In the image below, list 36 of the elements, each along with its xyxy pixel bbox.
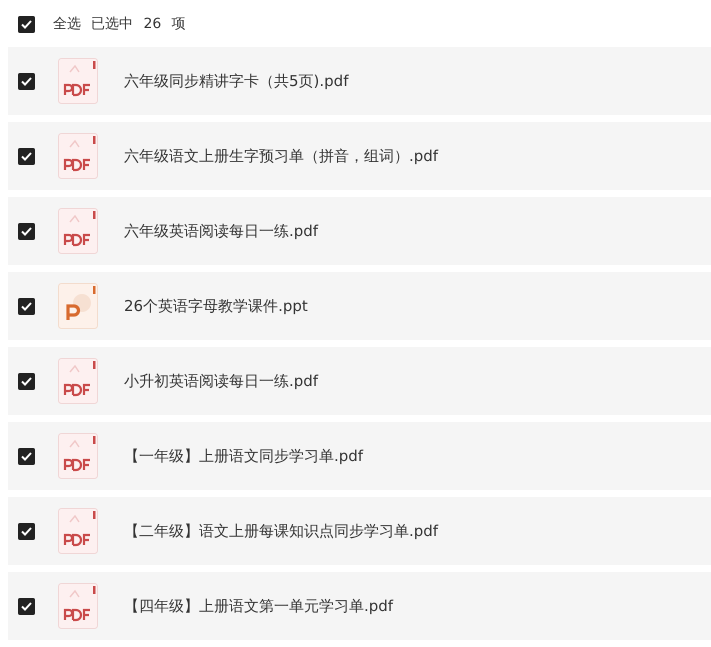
checkbox[interactable] — [18, 16, 35, 32]
pdf-file-icon — [58, 583, 98, 629]
check-icon — [21, 152, 32, 160]
pdf-file-icon — [58, 58, 98, 104]
check-icon — [21, 452, 32, 460]
check-icon — [21, 302, 32, 310]
check-icon — [21, 76, 32, 86]
file-name[interactable]: 六年级同步精讲字卡（共5页).pdf — [124, 70, 348, 92]
check-icon — [21, 376, 32, 386]
file-name[interactable]: 【二年级】语文上册每课知识点同步学习单.pdf — [124, 520, 438, 542]
pdf-file-icon — [58, 208, 98, 254]
checkbox[interactable] — [18, 148, 35, 164]
file-name[interactable]: 六年级语文上册生字预习单（拼音，组词）.pdf — [124, 144, 438, 168]
file-name[interactable]: 【四年级】上册语文第一单元学习单.pdf — [124, 594, 394, 618]
pdf-file-icon — [58, 433, 98, 479]
check-icon — [21, 226, 32, 236]
ppt-file-icon — [58, 283, 98, 329]
checkbox[interactable] — [18, 598, 35, 614]
check-icon — [21, 20, 32, 28]
checkbox[interactable] — [18, 448, 35, 464]
checkbox[interactable] — [18, 222, 35, 240]
checkbox[interactable] — [18, 298, 35, 314]
check-icon — [21, 526, 32, 536]
pdf-file-icon — [58, 508, 98, 554]
checkbox[interactable] — [18, 372, 35, 390]
checkbox[interactable] — [18, 522, 35, 540]
file-name[interactable]: 小升初英语阅读每日一练.pdf — [124, 370, 318, 392]
file-name[interactable]: 【一年级】上册语文同步学习单.pdf — [124, 444, 364, 468]
selection-count: 已选中 26 项 — [91, 14, 186, 34]
pdf-file-icon — [58, 133, 98, 179]
file-name[interactable]: 六年级英语阅读每日一练.pdf — [124, 220, 318, 242]
check-icon — [21, 602, 32, 610]
pdf-file-icon — [58, 358, 98, 404]
file-name[interactable]: 26个英语字母教学课件.ppt — [124, 294, 308, 318]
select-all-label[interactable]: 全选 — [53, 14, 81, 34]
checkbox[interactable] — [18, 72, 35, 90]
